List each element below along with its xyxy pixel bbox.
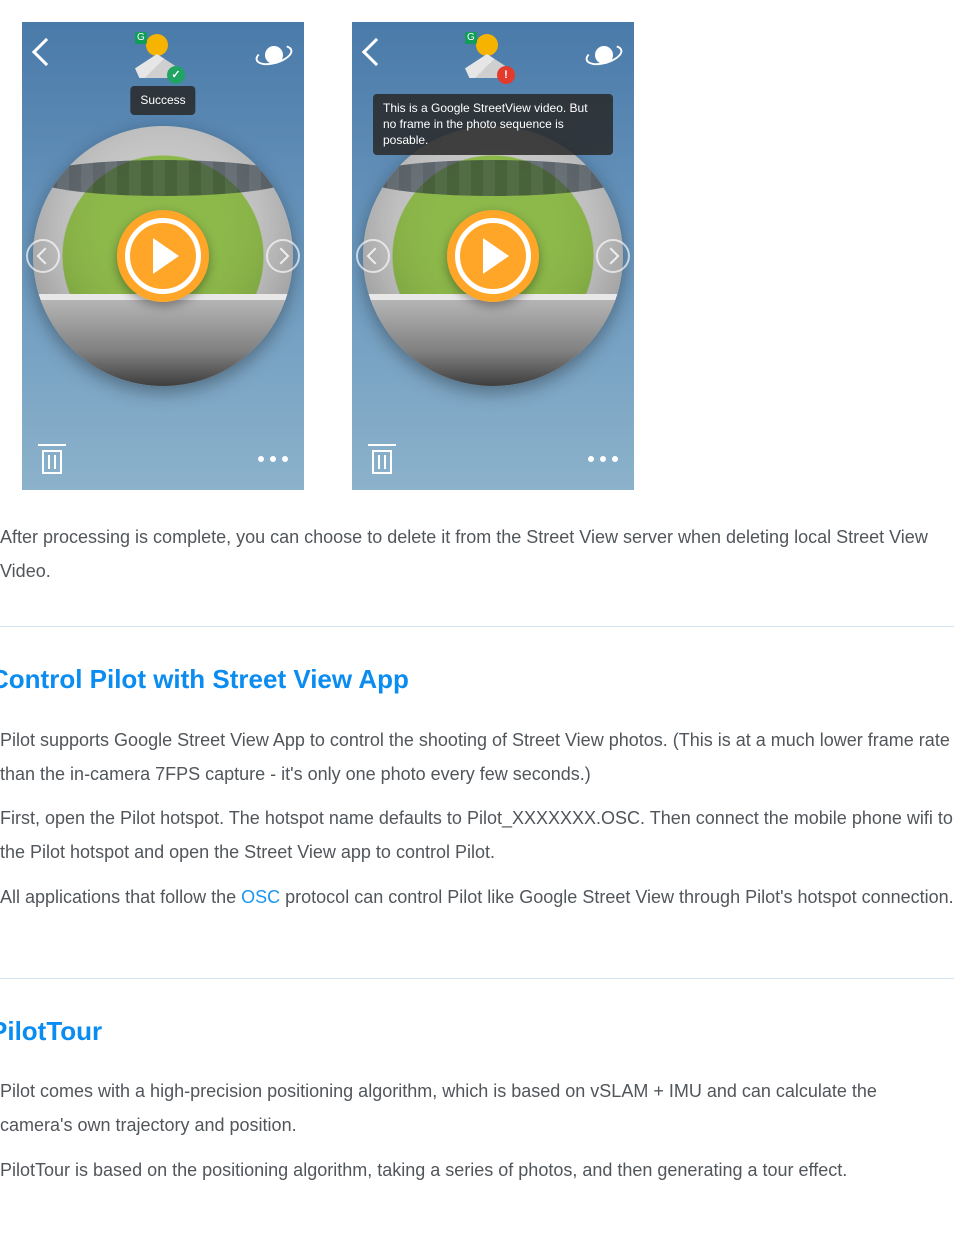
section1-p1: Pilot supports Google Street View App to… xyxy=(0,723,954,791)
view-mode-icon[interactable] xyxy=(588,44,620,66)
status-error-icon: ! xyxy=(497,66,515,84)
prev-button[interactable] xyxy=(356,239,390,273)
back-icon[interactable] xyxy=(362,38,390,66)
delete-icon[interactable] xyxy=(368,444,396,474)
section1-p2: First, open the Pilot hotspot. The hotsp… xyxy=(0,801,954,869)
osc-link[interactable]: OSC xyxy=(241,887,280,907)
heading-pilottour: PilotTour xyxy=(0,1007,954,1056)
bottom-bar xyxy=(352,444,634,474)
divider xyxy=(0,978,954,979)
section2-p1: Pilot comes with a high-precision positi… xyxy=(0,1074,954,1142)
play-button[interactable] xyxy=(117,210,209,302)
next-button[interactable] xyxy=(266,239,300,273)
bottom-bar xyxy=(22,444,304,474)
section2-p2: PilotTour is based on the positioning al… xyxy=(0,1153,954,1187)
phone-screenshot-error: G ! This is a Google StreetView video. B… xyxy=(352,22,634,490)
view-mode-icon[interactable] xyxy=(258,44,290,66)
google-g-icon: G xyxy=(465,32,477,44)
delete-icon[interactable] xyxy=(38,444,66,474)
section-control-pilot: Control Pilot with Street View App Pilot… xyxy=(0,655,954,913)
more-icon[interactable] xyxy=(258,456,288,462)
divider xyxy=(0,626,954,627)
back-icon[interactable] xyxy=(32,38,60,66)
section1-p3-pre: All applications that follow the xyxy=(0,887,241,907)
streetview-badge[interactable]: G ✓ xyxy=(135,34,179,78)
prev-button[interactable] xyxy=(26,239,60,273)
google-g-icon: G xyxy=(135,32,147,44)
section1-p3: All applications that follow the OSC pro… xyxy=(0,880,954,914)
section1-p3-post: protocol can control Pilot like Google S… xyxy=(280,887,954,907)
more-icon[interactable] xyxy=(588,456,618,462)
top-bar: G ! xyxy=(352,22,634,78)
para-after-screenshots: After processing is complete, you can ch… xyxy=(0,520,954,588)
streetview-badge[interactable]: G ! xyxy=(465,34,509,78)
play-button[interactable] xyxy=(447,210,539,302)
phone-screenshot-success: G ✓ Success xyxy=(22,22,304,490)
screenshot-row: G ✓ Success G ! This is a Googl xyxy=(0,0,954,490)
heading-control-pilot: Control Pilot with Street View App xyxy=(0,655,954,704)
toast-success: Success xyxy=(130,86,195,115)
section-pilottour: PilotTour Pilot comes with a high-precis… xyxy=(0,1007,954,1187)
next-button[interactable] xyxy=(596,239,630,273)
top-bar: G ✓ xyxy=(22,22,304,78)
status-success-icon: ✓ xyxy=(167,66,185,84)
toast-error: This is a Google StreetView video. But n… xyxy=(373,94,613,155)
